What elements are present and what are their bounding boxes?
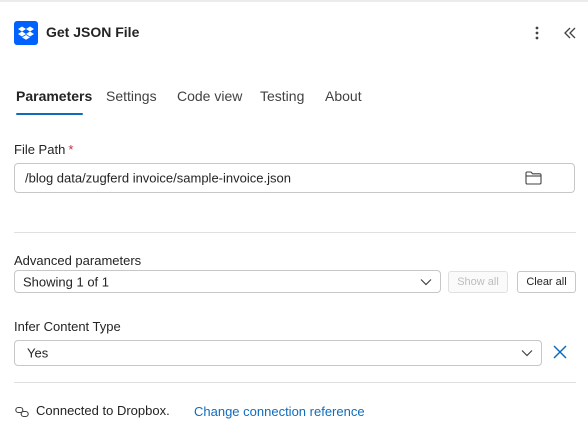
advanced-parameters-label: Advanced parameters	[14, 253, 142, 268]
infer-content-type-label: Infer Content Type	[14, 319, 121, 334]
chevron-double-left-icon	[564, 27, 576, 39]
clear-all-button[interactable]: Clear all	[517, 271, 576, 293]
file-path-value: /blog data/zugferd invoice/sample-invoic…	[25, 170, 291, 186]
file-path-input[interactable]: /blog data/zugferd invoice/sample-invoic…	[14, 163, 575, 193]
advanced-parameters-dropdown[interactable]: Showing 1 of 1	[14, 270, 441, 293]
folder-icon[interactable]	[524, 170, 542, 186]
file-path-label: File Path *	[14, 142, 73, 157]
connection-status: Connected to Dropbox.	[36, 403, 170, 418]
panel-title: Get JSON File	[46, 24, 140, 40]
show-all-button[interactable]: Show all	[448, 271, 508, 293]
tab-testing[interactable]: Testing	[260, 88, 304, 104]
more-options-button[interactable]	[528, 21, 546, 45]
tab-code-view[interactable]: Code view	[177, 88, 242, 104]
panel-header: Get JSON File	[14, 21, 580, 45]
chevron-down-icon	[521, 349, 533, 357]
tab-about[interactable]: About	[325, 88, 362, 104]
section-divider	[14, 382, 576, 383]
active-tab-indicator	[16, 113, 83, 115]
top-border	[0, 0, 588, 2]
more-vertical-icon	[535, 26, 539, 40]
infer-content-type-value: Yes	[27, 345, 49, 361]
file-path-label-text: File Path	[14, 142, 66, 157]
section-divider	[14, 232, 576, 233]
infer-content-type-dropdown[interactable]: Yes	[14, 340, 542, 366]
change-connection-link[interactable]: Change connection reference	[194, 404, 365, 419]
tab-settings[interactable]: Settings	[106, 88, 157, 104]
required-marker: *	[68, 142, 74, 157]
tab-parameters[interactable]: Parameters	[16, 88, 92, 104]
collapse-panel-button[interactable]	[560, 21, 580, 45]
advanced-parameters-value: Showing 1 of 1	[23, 274, 110, 289]
chevron-down-icon	[420, 278, 432, 286]
dropbox-icon	[14, 21, 38, 45]
connection-link-icon	[14, 404, 30, 420]
remove-parameter-button[interactable]	[551, 343, 569, 361]
close-icon	[553, 345, 567, 359]
